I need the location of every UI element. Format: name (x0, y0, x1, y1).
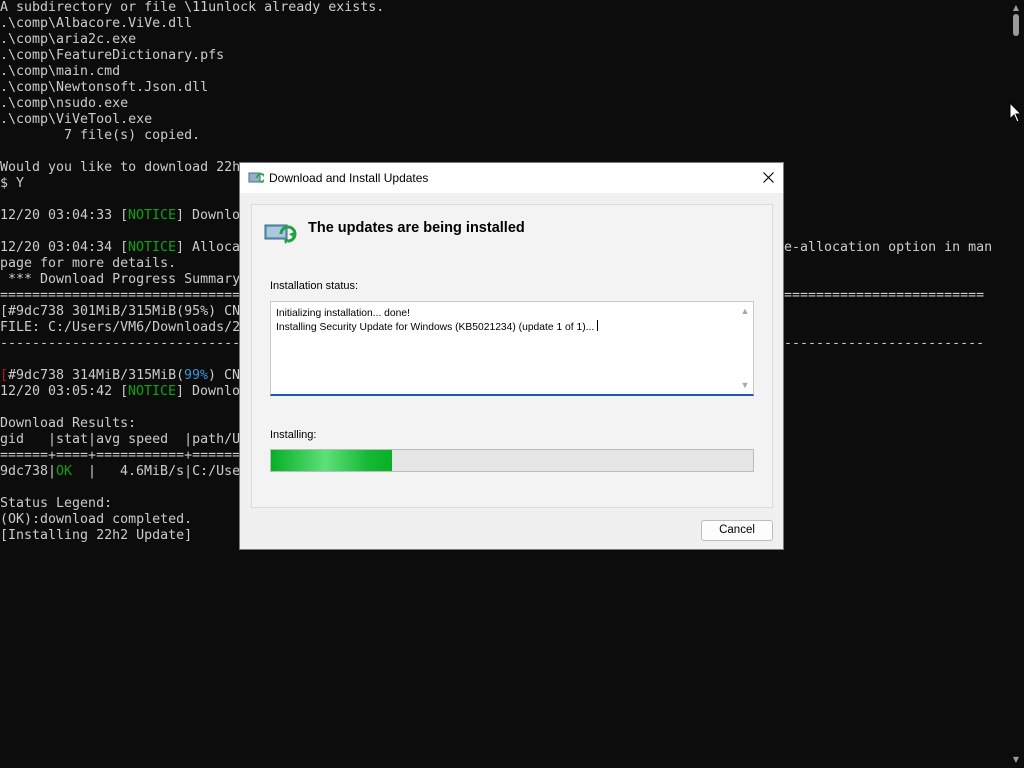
console-text: .\comp\nsudo.exe (0, 96, 129, 111)
close-icon (763, 172, 774, 183)
console-text: A subdirectory or file \11unlock already… (0, 0, 385, 15)
console-text: 7 file(s) copied. (0, 128, 201, 143)
console-text: .\comp\FeatureDictionary.pfs (0, 48, 225, 63)
log-scroll-up-icon[interactable]: ▲ (739, 306, 751, 316)
console-text: .\comp\aria2c.exe (0, 32, 137, 47)
scrollbar-thumb[interactable] (1013, 14, 1019, 36)
console-text: ============================== (0, 288, 241, 303)
console-text: #9dc738 314MiB/315MiB( (8, 368, 185, 383)
install-progress-bar (270, 449, 754, 472)
console-text: 99% (184, 368, 209, 383)
console-text: [#9dc738 301MiB/315MiB(95%) CN (0, 304, 241, 319)
console-text: .\comp\main.cmd (0, 64, 121, 79)
console-text: $ Y (0, 176, 25, 191)
console-text: (OK):download completed. (0, 512, 193, 527)
dialog-titlebar[interactable]: Download and Install Updates (240, 163, 783, 193)
progress-fill (271, 450, 392, 471)
console-text: 12/20 03:04:33 [ (0, 208, 129, 223)
mouse-pointer-icon (1009, 102, 1023, 123)
content-panel: The updates are being installed Installa… (251, 204, 773, 508)
scroll-down-arrow-icon[interactable]: ▼ (1008, 752, 1024, 768)
console-text: Download Results: (0, 416, 137, 431)
log-line: Initializing installation... done! (276, 308, 410, 319)
dialog-title: Download and Install Updates (269, 171, 429, 185)
windows-update-icon (248, 172, 264, 183)
console-text: FILE: C:/Users/VM6/Downloads/2 (0, 320, 241, 335)
console-text: ) CN (208, 368, 241, 383)
console-text: Would you like to download 22h (0, 160, 241, 175)
console-text: [Installing 22h2 Update] (0, 528, 193, 543)
console-text: NOTICE (128, 384, 177, 399)
console-text: | 4.6MiB/s|C:/Use (72, 464, 241, 479)
console-text: .\comp\ViVeTool.exe (0, 112, 153, 127)
console-text: [ (0, 368, 9, 383)
log-line: Installing Security Update for Windows (… (276, 320, 599, 334)
dialog-heading: The updates are being installed (308, 220, 525, 236)
console-text: ------------------------------ (0, 336, 241, 351)
close-button[interactable] (754, 163, 783, 193)
installing-label: Installing: (270, 429, 317, 441)
text-caret (597, 320, 599, 331)
console-text: 12/20 03:04:34 [ (0, 240, 129, 255)
console-text: .\comp\Albacore.ViVe.dll (0, 16, 193, 31)
windows-update-large-icon (264, 224, 297, 244)
console-text: ] Downlo (176, 208, 241, 223)
console-text: ] Downlo (176, 384, 241, 399)
console-text: 9dc738| (0, 464, 57, 479)
console-text: 12/20 03:05:42 [ (0, 384, 129, 399)
cancel-button[interactable]: Cancel (701, 520, 773, 541)
installation-log[interactable]: Initializing installation... done! Insta… (270, 301, 754, 396)
console-text: Status Legend: (0, 496, 113, 511)
console-text: *** Download Progress Summary (0, 272, 241, 287)
log-scroll-down-icon[interactable]: ▼ (739, 380, 751, 390)
console-text: ------------------------- (784, 336, 985, 351)
console-text: ======+====+===========+====== (0, 448, 241, 463)
console-text: gid |stat|avg speed |path/U (0, 432, 241, 447)
console-text: e-allocation option in man (784, 240, 993, 255)
console-text: OK (56, 464, 73, 479)
update-dialog: Download and Install Updates The updates… (239, 162, 784, 550)
console-text: ========================= (784, 288, 985, 303)
console-text: NOTICE (128, 240, 177, 255)
installation-status-label: Installation status: (270, 280, 359, 292)
console-text: .\comp\Newtonsoft.Json.dll (0, 80, 209, 95)
console-text: ] Alloca (176, 240, 241, 255)
console-text: page for more details. (0, 256, 177, 271)
console-text: NOTICE (128, 208, 177, 223)
